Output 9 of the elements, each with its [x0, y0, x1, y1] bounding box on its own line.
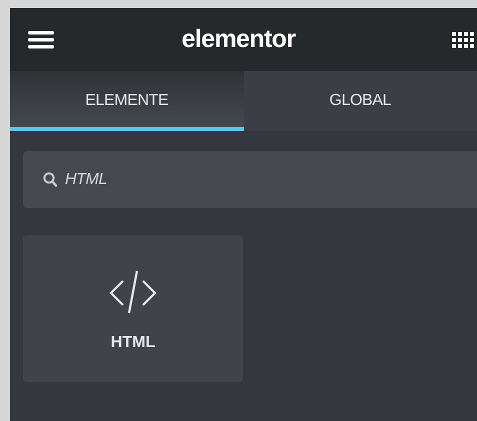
menu-icon[interactable]	[28, 31, 54, 49]
logo-text: elementor	[182, 27, 297, 52]
tab[interactable]: GLOBAL	[244, 71, 477, 131]
widget-label: HTML	[110, 333, 156, 353]
search-icon	[43, 172, 57, 187]
search-field[interactable]: HTML	[23, 151, 477, 208]
tab[interactable]: ELEMENTE	[10, 71, 244, 131]
apps-grid-icon[interactable]	[452, 32, 477, 49]
widget-card[interactable]: HTML	[23, 235, 243, 382]
